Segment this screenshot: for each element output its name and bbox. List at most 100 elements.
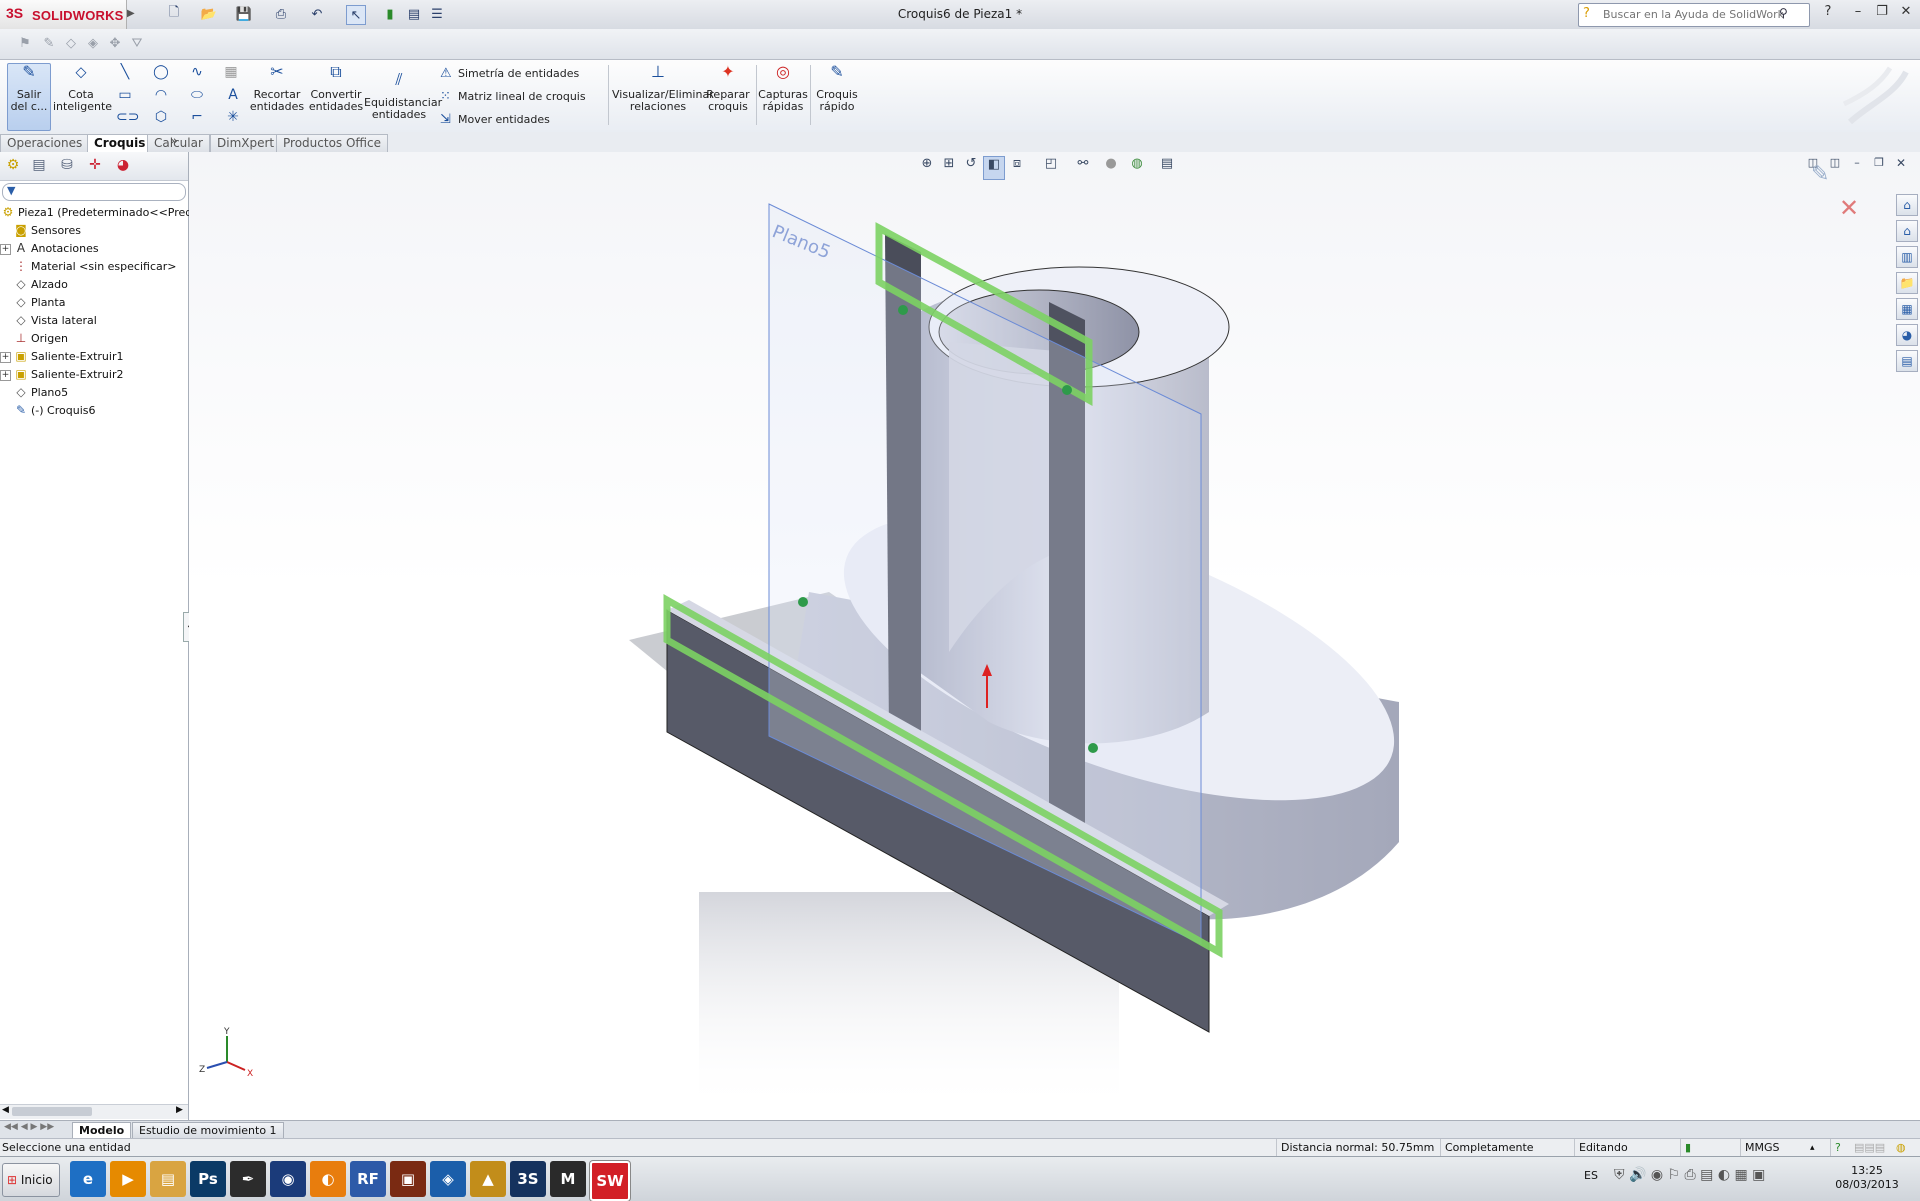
taskbar-app-ds3d[interactable]: 3S xyxy=(510,1161,546,1197)
taskbar-app-inkscape[interactable]: ✒ xyxy=(230,1161,266,1197)
taskbar-app-maya[interactable]: M xyxy=(550,1161,586,1197)
repair-sketch-button[interactable]: ✦ Reparar croquis xyxy=(704,64,752,126)
tree-expand-icon[interactable]: + xyxy=(0,243,11,255)
design-library-icon[interactable]: ▥ xyxy=(1896,246,1918,268)
taskbar-app-capture[interactable]: ▣ xyxy=(390,1161,426,1197)
system-tray-icons[interactable]: ⛨ 🔊 ◉ ⚐ ⎙ ▤ ◐ ▦ ▣ xyxy=(1614,1167,1765,1183)
tree-item[interactable]: + ▣ Saliente-Extruir2 xyxy=(0,365,188,383)
rapid-sketch-button[interactable]: ✎ Croquis rápido xyxy=(812,64,862,126)
tree-item[interactable]: ⋮ Material <sin especificar> xyxy=(0,257,188,275)
help-search-box[interactable]: ? ⚲ xyxy=(1578,3,1810,27)
taskbar-app-realflow[interactable]: RF xyxy=(350,1161,386,1197)
tree-item[interactable]: ✎ (-) Croquis6 xyxy=(0,401,188,419)
tree-item[interactable]: ⊥ Origen xyxy=(0,329,188,347)
offset-entities-button[interactable]: ⫽ Equidistanciar entidades xyxy=(364,72,442,134)
taskbar-app-autocad[interactable]: ▲ xyxy=(470,1161,506,1197)
sketch-point[interactable] xyxy=(798,597,808,607)
quick-tips-icon[interactable]: ? xyxy=(1830,1139,1855,1157)
model-3d-view[interactable]: Plano5 xyxy=(189,152,1920,1120)
ellipse-icon[interactable]: ⬭ xyxy=(188,87,206,105)
configuration-manager-tab-icon[interactable]: ⛁ xyxy=(56,157,78,175)
feature-tree-tab-icon[interactable]: ⚙ xyxy=(2,157,24,175)
taskbar-app-cinema4d[interactable]: ◉ xyxy=(270,1161,306,1197)
tab-scroll-arrows-icon[interactable]: ◀◀ ◀ ▶ ▶▶ xyxy=(4,1122,54,1132)
close-icon[interactable]: ✕ xyxy=(1896,4,1916,24)
spline-icon[interactable]: ∿ xyxy=(188,64,206,82)
scroll-left-icon[interactable]: ◀ xyxy=(2,1105,9,1115)
slot-icon[interactable]: ⊂⊃ xyxy=(116,109,139,127)
property-manager-tab-icon[interactable]: ▤ xyxy=(28,157,50,175)
rebuild-status-icon[interactable]: ▮ xyxy=(1680,1139,1725,1157)
quick-snaps-button[interactable]: ◎ Capturas rápidas xyxy=(758,64,808,126)
restore-icon[interactable]: ❐ xyxy=(1872,4,1892,24)
rectangle-icon[interactable]: ▭ xyxy=(116,87,134,105)
fillet-icon[interactable]: ⌐ xyxy=(188,109,206,127)
taskbar-app-solidworks[interactable]: SW xyxy=(590,1161,630,1201)
start-button[interactable]: ⊞ Inicio xyxy=(2,1163,60,1197)
line-icon[interactable]: ╲ xyxy=(116,64,134,82)
sketch-point[interactable] xyxy=(1088,743,1098,753)
grid-icon[interactable]: ▦ xyxy=(222,64,240,82)
home-icon[interactable]: ⌂ xyxy=(1896,220,1918,242)
view-palette-icon[interactable]: ▦ xyxy=(1896,298,1918,320)
taskbar-clock[interactable]: 13:25 08/03/2013 xyxy=(1822,1164,1912,1192)
tree-item[interactable]: ◇ Vista lateral xyxy=(0,311,188,329)
taskbar-app-ie[interactable]: e xyxy=(70,1161,106,1197)
arc-icon[interactable]: ◠ xyxy=(152,87,170,105)
tree-item[interactable]: ◇ Plano5 xyxy=(0,383,188,401)
search-icon[interactable]: ⚲ xyxy=(1779,6,1788,20)
notification-icon[interactable]: ◍ xyxy=(1896,1139,1906,1157)
graphics-area[interactable]: ⊕ ⊞ ↺ ◧ ⧈ ◰ ⚯ ● ◍ ▤ ◫ ◫ – ❐ ✕ ✎ ✕ Plano5… xyxy=(189,152,1920,1120)
minimize-icon[interactable]: – xyxy=(1848,4,1868,24)
trim-entities-button[interactable]: ✂ Recortar entidades xyxy=(248,64,306,126)
tree-expand-icon[interactable]: + xyxy=(0,351,11,363)
tab-modelo[interactable]: Modelo xyxy=(72,1122,132,1139)
text-sketch-icon[interactable]: A xyxy=(224,87,242,105)
sketch-point[interactable] xyxy=(1062,385,1072,395)
display-delete-relations-button[interactable]: ⊥ Visualizar/Eliminar relaciones xyxy=(612,64,714,126)
tree-item[interactable]: ◇ Alzado xyxy=(0,275,188,293)
taskbar-app-media[interactable]: ▶ xyxy=(110,1161,146,1197)
solidworks-resources-icon[interactable]: ⌂ xyxy=(1896,194,1918,216)
help-menu-icon[interactable]: ? xyxy=(1818,4,1838,24)
language-indicator[interactable]: ES xyxy=(1584,1169,1598,1182)
tree-item[interactable]: ◇ Planta xyxy=(0,293,188,311)
move-entities-button[interactable]: ⇲ Mover entidades xyxy=(440,112,550,127)
polygon-icon[interactable]: ⬡ xyxy=(152,109,170,127)
taskbar-app-explorer[interactable]: ▤ xyxy=(150,1161,186,1197)
dimxpert-manager-tab-icon[interactable]: ✛ xyxy=(84,157,106,175)
tab-dimxpert[interactable]: DimXpert xyxy=(210,134,282,152)
scroll-right-icon[interactable]: ▶ xyxy=(176,1105,183,1115)
tree-item[interactable]: + ▣ Saliente-Extruir1 xyxy=(0,347,188,365)
mirror-entities-button[interactable]: ⚠ Simetría de entidades xyxy=(440,66,579,81)
exit-sketch-button[interactable]: ✎ Salir del c... xyxy=(7,63,51,131)
scrollbar-thumb[interactable] xyxy=(12,1107,92,1116)
smart-dimension-button[interactable]: ⬦ Cota inteligente xyxy=(53,64,112,126)
tab-operaciones[interactable]: Operaciones xyxy=(0,134,90,152)
linear-pattern-button[interactable]: ⁙ Matriz lineal de croquis xyxy=(440,89,586,104)
feature-tree-horizontal-scrollbar[interactable]: ◀ ▶ xyxy=(0,1104,188,1119)
units-arrow-icon[interactable]: ▴ xyxy=(1810,1139,1815,1157)
tree-expand-icon[interactable]: + xyxy=(0,369,11,381)
tree-item[interactable]: ◙ Sensores xyxy=(0,221,188,239)
taskbar-app-blender[interactable]: ◐ xyxy=(310,1161,346,1197)
taskbar-app-photoshop[interactable]: Ps xyxy=(190,1161,226,1197)
tree-root-part[interactable]: ⚙ Pieza1 (Predeterminado<<Predet xyxy=(0,203,204,221)
appearances-icon[interactable]: ◕ xyxy=(1896,324,1918,346)
point-icon[interactable]: ✳ xyxy=(224,109,242,127)
convert-entities-button[interactable]: ⧉ Convertir entidades xyxy=(306,64,366,126)
tree-item[interactable]: + A Anotaciones xyxy=(0,239,188,257)
expand-panel-icon[interactable]: » xyxy=(170,134,178,149)
circle-icon[interactable]: ◯ xyxy=(152,64,170,82)
display-manager-tab-icon[interactable]: ◕ xyxy=(112,157,134,175)
file-explorer-icon[interactable]: 📁 xyxy=(1896,272,1918,294)
sketch-point[interactable] xyxy=(898,305,908,315)
tab-calcular[interactable]: Calcular xyxy=(147,134,210,152)
help-search-input[interactable] xyxy=(1601,7,1785,22)
custom-properties-icon[interactable]: ▤ xyxy=(1896,350,1918,372)
tab-croquis[interactable]: Croquis xyxy=(87,134,153,152)
tab-productos-office[interactable]: Productos Office xyxy=(276,134,388,152)
taskbar-app-keyshot[interactable]: ◈ xyxy=(430,1161,466,1197)
tab-estudio-movimiento[interactable]: Estudio de movimiento 1 xyxy=(132,1122,284,1139)
feature-tree-filter[interactable]: ▼ xyxy=(2,183,186,201)
